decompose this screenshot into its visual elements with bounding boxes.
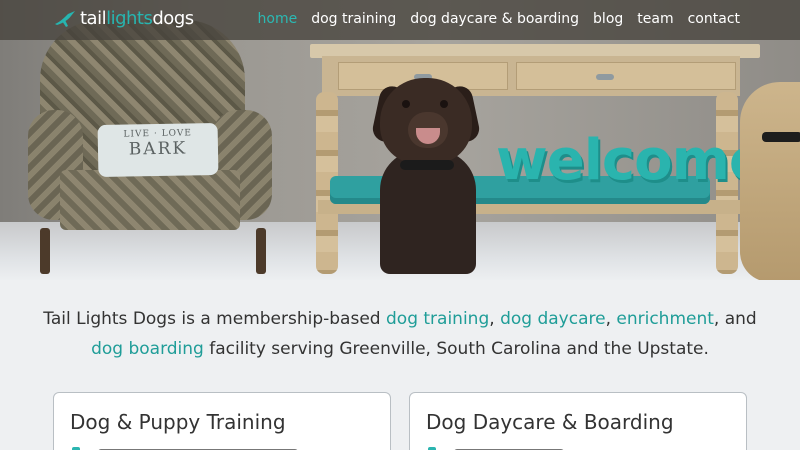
intro-paragraph: Tail Lights Dogs is a membership-based d…: [40, 304, 760, 364]
nav-team[interactable]: team: [637, 11, 673, 27]
logo-text-dogs: dogs: [152, 8, 194, 29]
link-enrichment[interactable]: enrichment: [616, 309, 714, 329]
top-nav: taillightsdogs home dog training dog day…: [0, 0, 800, 40]
link-dog-training[interactable]: dog training: [386, 309, 489, 329]
armchair-seat: [60, 170, 240, 230]
site-logo[interactable]: taillightsdogs: [54, 8, 194, 29]
dog-eye: [402, 100, 410, 108]
nav-home[interactable]: home: [258, 11, 298, 27]
card-training: Dog & Puppy Training: [53, 392, 391, 450]
second-dog-collar: [762, 132, 800, 142]
logo-text-tail: tail: [80, 8, 107, 29]
nav-blog[interactable]: blog: [593, 11, 623, 27]
bird-logo-icon: [54, 9, 78, 29]
card-title: Dog & Puppy Training: [70, 410, 286, 434]
intro-text: facility serving Greenville, South Carol…: [203, 339, 709, 359]
link-dog-boarding[interactable]: dog boarding: [91, 339, 204, 359]
pillow: LIVE · LOVE BARK: [97, 122, 219, 178]
nav-dog-daycare-boarding[interactable]: dog daycare & boarding: [410, 11, 579, 27]
drawer-knob: [596, 74, 614, 80]
nav-dog-training[interactable]: dog training: [311, 11, 396, 27]
pillow-text-main: BARK: [128, 138, 188, 160]
welcome-sign: welcome: [496, 128, 767, 193]
logo-text-lights: lights: [106, 8, 153, 29]
logo-wordmark: taillightsdogs: [80, 8, 194, 29]
intro-text: ,: [605, 309, 617, 329]
link-dog-daycare[interactable]: dog daycare: [500, 309, 606, 329]
card-daycare-boarding: Dog Daycare & Boarding: [409, 392, 747, 450]
armchair-leg: [256, 228, 266, 274]
nav-contact[interactable]: contact: [688, 11, 740, 27]
hero-image: LIVE · LOVE BARK welcome: [0, 0, 800, 280]
armchair-leg: [40, 228, 50, 274]
intro-text: ,: [489, 309, 501, 329]
main-menu: home dog training dog daycare & boarding…: [258, 11, 740, 27]
table-drawer: [516, 62, 736, 90]
dog-collar: [400, 160, 454, 170]
card-title: Dog Daycare & Boarding: [426, 410, 674, 434]
intro-text: Tail Lights Dogs is a membership-based: [43, 309, 386, 329]
intro-text: , and: [713, 309, 757, 329]
dog-eye: [440, 100, 448, 108]
second-dog: [740, 82, 800, 280]
